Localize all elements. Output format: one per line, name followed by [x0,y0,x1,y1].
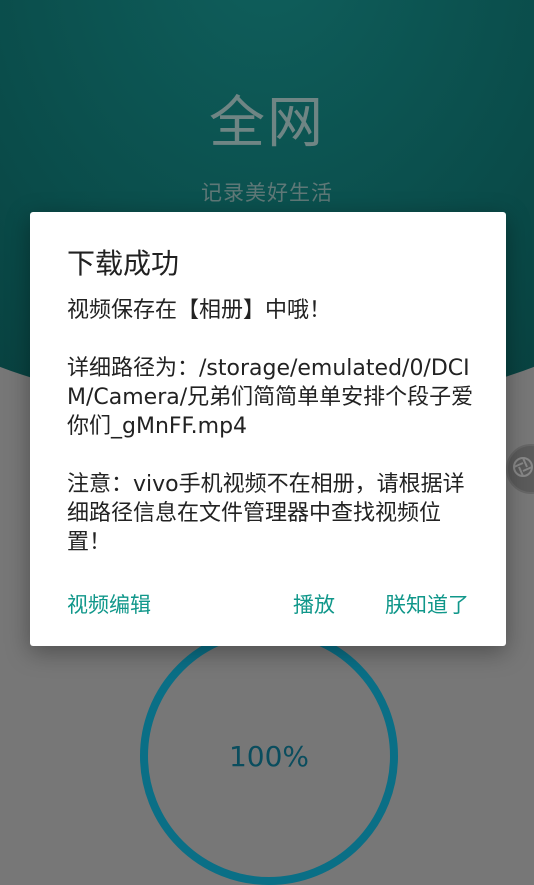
aperture-icon [513,457,533,477]
play-button[interactable]: 播放 [293,589,335,619]
download-success-dialog: 下载成功 视频保存在【相册】中哦！ 详细路径为：/storage/emulate… [30,212,506,646]
app-slogan: 记录美好生活 [201,181,333,205]
acknowledge-button[interactable]: 朕知道了 [385,589,469,619]
floating-side-button[interactable] [506,444,534,494]
video-edit-button[interactable]: 视频编辑 [67,589,151,619]
app-title: 全网 [209,91,325,156]
app-screen: 全网 记录美好生活 100% 下载成功 视频保存在【相册】中哦！ 详细路径为：/… [0,0,534,885]
dialog-message: 视频保存在【相册】中哦！ 详细路径为：/storage/emulated/0/D… [67,298,474,555]
progress-percent: 100% [228,740,310,773]
dialog-title: 下载成功 [67,247,180,280]
